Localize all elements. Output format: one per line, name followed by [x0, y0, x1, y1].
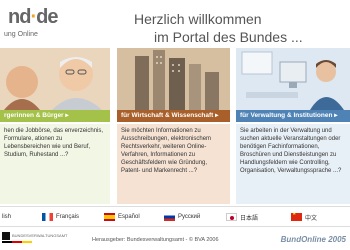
panel-business: für Wirtschaft & Wissenschaft ▸ Sie möch…	[117, 48, 230, 206]
panel-administration-title[interactable]: für Verwaltung & Institutionen ▸	[236, 110, 350, 122]
bundonline-brand: BundOnline 2005	[280, 235, 346, 244]
lang-spanish[interactable]: Español	[104, 212, 140, 222]
bva-logo[interactable]: BUNDESVERWALTUNGSAMT	[2, 232, 68, 243]
panel-business-text: Sie möchten Informationen zu Ausschreibu…	[117, 124, 230, 204]
logo-wordmark: nd·de	[8, 6, 58, 28]
lang-russian[interactable]: Русский	[164, 212, 200, 222]
business-photo	[117, 48, 230, 110]
panel-citizens: rgerinnen & Bürger ▸ hen die Jobbörse, d…	[0, 48, 110, 206]
eagle-emblem-icon	[2, 232, 10, 240]
welcome-heading-line2: im Portal des Bundes ...	[154, 29, 303, 45]
panel-citizens-title[interactable]: rgerinnen & Bürger ▸	[0, 110, 110, 122]
citizens-photo	[0, 48, 110, 110]
lang-french[interactable]: Français	[42, 212, 79, 222]
imprint-text[interactable]: Herausgeber: Bundesverwaltungsamt - © BV…	[92, 237, 219, 243]
spain-flag-icon	[104, 213, 115, 221]
panel-administration-text: Sie arbeiten in der Verwaltung und suche…	[236, 124, 350, 204]
language-bar: lish Français Español Русский 日本語 中文	[0, 206, 350, 227]
flag-stripe	[2, 241, 32, 243]
lang-japanese[interactable]: 日本語	[226, 212, 258, 222]
china-flag-icon	[291, 213, 302, 221]
lang-english[interactable]: lish	[2, 212, 11, 222]
site-logo[interactable]: nd·de ung Online	[0, 6, 62, 44]
logo-subtitle: ung Online	[4, 31, 38, 38]
lang-chinese[interactable]: 中文	[291, 212, 317, 222]
panel-administration: für Verwaltung & Institutionen ▸ Sie arb…	[236, 48, 350, 206]
panel-citizens-text: hen die Jobbörse, das enverzeichnis, For…	[0, 124, 110, 204]
panel-business-title[interactable]: für Wirtschaft & Wissenschaft ▸	[117, 110, 230, 122]
japan-flag-icon	[226, 213, 237, 221]
france-flag-icon	[42, 213, 53, 221]
administration-photo	[236, 48, 350, 110]
russia-flag-icon	[164, 213, 175, 221]
welcome-heading-line1: Herzlich willkommen	[134, 11, 262, 27]
